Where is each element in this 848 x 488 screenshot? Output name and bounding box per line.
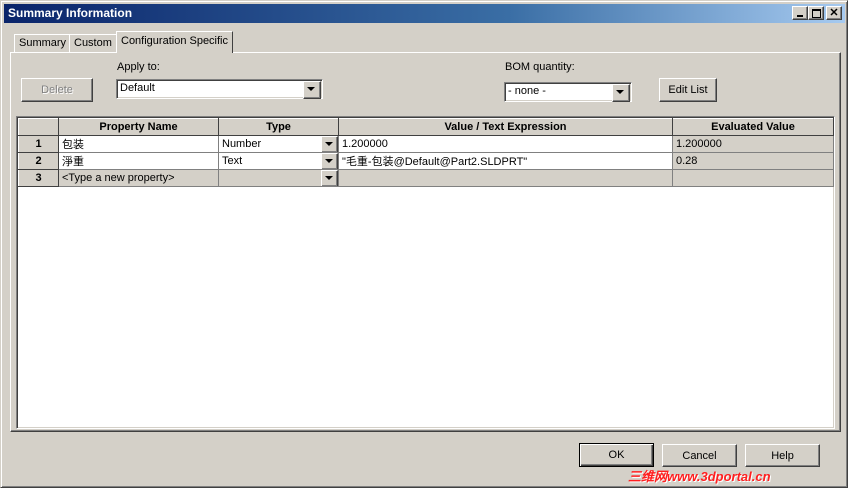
column-header-type[interactable]: Type [218, 118, 339, 136]
bom-quantity-select[interactable]: - none - [504, 82, 632, 102]
type-cell[interactable]: Text [218, 152, 339, 170]
apply-to-dropdown-button[interactable] [303, 81, 321, 99]
row-number[interactable]: 1 [18, 135, 59, 153]
watermark-text: 三维网www.3dportal.cn [628, 469, 771, 484]
type-value: Text [222, 155, 243, 167]
property-table: Property Name Type Value / Text Expressi… [18, 118, 834, 187]
chevron-down-icon [325, 159, 333, 163]
cancel-button[interactable]: Cancel [662, 444, 737, 467]
property-name-cell[interactable]: 淨重 [58, 152, 219, 170]
column-header-value[interactable]: Value / Text Expression [338, 118, 673, 136]
corner-cell[interactable] [18, 118, 59, 136]
close-button[interactable]: ✕ [826, 6, 842, 20]
type-dropdown-button[interactable] [321, 170, 338, 186]
new-property-cell[interactable]: <Type a new property> [58, 169, 219, 187]
title-bar[interactable]: Summary Information ✕ [4, 4, 845, 23]
apply-to-label: Apply to: [117, 61, 160, 73]
tab-configuration-specific[interactable]: Configuration Specific [116, 31, 234, 53]
property-name-cell[interactable]: 包装 [58, 135, 219, 153]
type-dropdown-button[interactable] [321, 136, 338, 152]
evaluated-value-cell: 0.28 [672, 152, 834, 170]
row-number[interactable]: 3 [18, 169, 59, 187]
edit-list-button[interactable]: Edit List [659, 78, 717, 102]
tab-summary[interactable]: Summary [14, 34, 72, 52]
evaluated-value-cell: 1.200000 [672, 135, 834, 153]
delete-button[interactable]: Delete [21, 78, 93, 102]
type-dropdown-button[interactable] [321, 153, 338, 169]
maximize-button[interactable] [808, 6, 824, 20]
apply-to-select[interactable]: Default [116, 79, 323, 99]
window-title: Summary Information [8, 6, 133, 20]
ok-button[interactable]: OK [579, 443, 654, 467]
table-row: 1 包装 Number 1.200000 1.200000 [18, 135, 834, 153]
close-icon: ✕ [829, 7, 839, 19]
minimize-icon [797, 15, 803, 17]
maximize-icon [811, 8, 821, 18]
tab-custom[interactable]: Custom [69, 34, 117, 52]
type-value: Number [222, 138, 262, 150]
value-cell[interactable]: "毛重-包装@Default@Part2.SLDPRT" [338, 152, 673, 170]
property-grid[interactable]: Property Name Type Value / Text Expressi… [16, 116, 835, 429]
help-button[interactable]: Help [745, 444, 820, 467]
apply-to-value: Default [120, 82, 155, 94]
bom-quantity-dropdown-button[interactable] [612, 84, 630, 102]
bom-quantity-value: - none - [508, 85, 546, 97]
table-row: 3 <Type a new property> [18, 169, 834, 187]
chevron-down-icon [325, 142, 333, 146]
column-header-evaluated-value[interactable]: Evaluated Value [672, 118, 834, 136]
chevron-down-icon [307, 87, 315, 91]
chevron-down-icon [616, 90, 624, 94]
minimize-button[interactable] [792, 6, 808, 20]
bom-quantity-label: BOM quantity: [505, 61, 575, 73]
evaluated-value-cell [672, 169, 834, 187]
type-cell[interactable]: Number [218, 135, 339, 153]
value-cell[interactable] [338, 169, 673, 187]
value-cell[interactable]: 1.200000 [338, 135, 673, 153]
column-header-property-name[interactable]: Property Name [58, 118, 219, 136]
type-cell[interactable] [218, 169, 339, 187]
row-number[interactable]: 2 [18, 152, 59, 170]
header-row: Property Name Type Value / Text Expressi… [18, 118, 834, 136]
table-row: 2 淨重 Text "毛重-包装@Default@Part2.SLDPRT" 0… [18, 152, 834, 170]
chevron-down-icon [325, 176, 333, 180]
